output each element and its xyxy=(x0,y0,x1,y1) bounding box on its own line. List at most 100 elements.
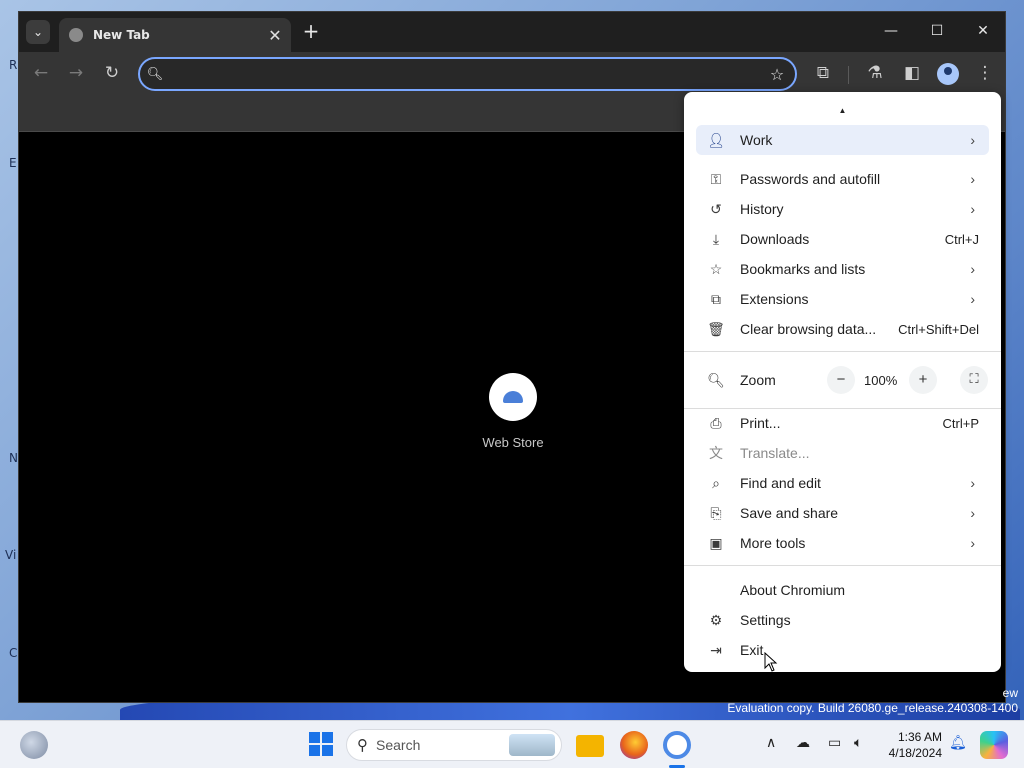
menu-item-label: History xyxy=(740,201,784,217)
chevron-right-icon: › xyxy=(970,261,975,277)
menu-item-label: About Chromium xyxy=(740,582,846,598)
flask-icon: ⚗ xyxy=(867,63,883,83)
find-icon: ⌕ xyxy=(712,474,720,491)
menu-item-profile[interactable]: 👤︎ Work › xyxy=(696,125,989,155)
side-panel-button[interactable]: ◧ xyxy=(899,61,925,87)
chromium-icon[interactable] xyxy=(663,731,691,759)
menu-item-shortcut: Ctrl+Shift+Del xyxy=(898,321,979,337)
desktop-icon-label[interactable]: C xyxy=(9,646,17,660)
menu-divider xyxy=(684,565,1001,566)
toolbar-divider xyxy=(848,66,849,84)
zoom-in-button[interactable]: + xyxy=(909,366,937,394)
mouse-cursor xyxy=(764,652,778,672)
menu-item-label: Print... xyxy=(740,415,781,431)
printer-icon: ⎙ xyxy=(710,414,722,431)
bookmark-star-icon[interactable]: ☆ xyxy=(759,65,795,84)
clock-time: 1:36 AM xyxy=(897,730,942,744)
maximize-button[interactable]: ☐ xyxy=(915,20,959,44)
history-icon: ↺ xyxy=(710,200,722,217)
onedrive-icon[interactable]: ☁ xyxy=(796,735,810,751)
tab-search-button[interactable]: ⌄ xyxy=(26,20,50,44)
app-menu: ▲ 👤︎ Work › ⚿ Passwords and autofill › ↺… xyxy=(684,92,1001,672)
menu-item-settings[interactable]: ⚙ Settings xyxy=(684,605,1001,635)
chevron-right-icon: › xyxy=(970,132,975,148)
menu-item-save-and-share[interactable]: ⎘ Save and share › xyxy=(684,498,1001,528)
extensions-button[interactable]: ⧉ xyxy=(810,61,836,87)
star-icon: ☆ xyxy=(709,260,723,277)
menu-item-label: Work xyxy=(740,132,773,148)
new-tab-button[interactable]: + xyxy=(299,20,323,44)
search-icon: 🔍︎ xyxy=(146,66,164,82)
zoom-value: 100% xyxy=(864,372,898,388)
menu-item-label: Exit xyxy=(740,642,764,658)
menu-item-about[interactable]: About Chromium xyxy=(684,575,1001,605)
menu-item-find-and-edit[interactable]: ⌕ Find and edit › xyxy=(684,468,1001,498)
arrow-left-icon: ← xyxy=(33,63,49,83)
desktop-icon-label[interactable]: R xyxy=(9,58,17,72)
desktop-icon-label[interactable]: E xyxy=(9,156,17,170)
file-explorer-icon[interactable] xyxy=(576,735,604,757)
tab-new-tab[interactable]: New Tab ✕ xyxy=(59,18,291,52)
menu-item-shortcut: Ctrl+J xyxy=(944,231,979,247)
web-store-icon xyxy=(489,373,537,421)
profile-avatar[interactable] xyxy=(937,63,959,85)
back-button[interactable]: ← xyxy=(28,61,54,87)
menu-button[interactable]: ⋮ xyxy=(972,61,998,87)
side-panel-icon: ◧ xyxy=(903,63,921,83)
menu-item-history[interactable]: ↺ History › xyxy=(684,194,1001,224)
menu-item-label: Save and share xyxy=(740,505,839,521)
puzzle-icon: ⧉ xyxy=(711,290,721,307)
watermark-line: ew xyxy=(1002,686,1018,700)
menu-item-label: Translate... xyxy=(740,445,810,461)
watermark-line: Evaluation copy. Build 26080.ge_release.… xyxy=(727,701,1018,715)
gear-icon: ⚙ xyxy=(709,611,723,628)
address-input[interactable] xyxy=(170,66,759,82)
forward-button[interactable]: → xyxy=(63,61,89,87)
chevron-right-icon: › xyxy=(970,535,975,551)
menu-item-more-tools[interactable]: ▣ More tools › xyxy=(684,528,1001,558)
menu-item-clear-browsing-data[interactable]: 🗑︎ Clear browsing data... Ctrl+Shift+Del xyxy=(684,314,1001,344)
menu-item-print[interactable]: ⎙ Print... Ctrl+P xyxy=(684,408,1001,438)
windows-logo-icon xyxy=(309,732,333,756)
volume-icon[interactable]: 🔈︎ xyxy=(854,735,862,751)
zoom-out-button[interactable]: − xyxy=(827,366,855,394)
translate-icon: 文 xyxy=(709,445,723,461)
reload-button[interactable]: ↻ xyxy=(99,61,125,87)
menu-item-downloads[interactable]: ⤓ Downloads Ctrl+J xyxy=(684,224,1001,254)
kebab-icon: ⋮ xyxy=(976,63,994,83)
taskbar-search[interactable]: ⚲ Search xyxy=(346,729,562,761)
close-icon[interactable]: ✕ xyxy=(263,26,287,45)
menu-item-extensions[interactable]: ⧉ Extensions › xyxy=(684,284,1001,314)
notification-bell-icon[interactable]: 🔔︎ xyxy=(949,735,967,751)
search-icon: ⚲ xyxy=(357,736,368,754)
start-button[interactable] xyxy=(308,731,336,759)
tray-overflow-icon[interactable]: ∧ xyxy=(766,735,776,751)
menu-item-label: Downloads xyxy=(740,231,810,247)
menu-item-label: More tools xyxy=(740,535,806,551)
menu-item-exit[interactable]: ⇥ Exit xyxy=(684,635,1001,665)
puzzle-icon: ⧉ xyxy=(816,63,830,83)
menu-item-bookmarks[interactable]: ☆ Bookmarks and lists › xyxy=(684,254,1001,284)
zoom-icon: 🔍︎ xyxy=(707,371,725,388)
copilot-icon[interactable] xyxy=(980,731,1008,759)
fullscreen-button[interactable]: ⛶ xyxy=(960,366,988,394)
toolbar: ← → ↻ 🔍︎ ☆ ⧉ ⚗ ◧ ⋮ xyxy=(19,52,1005,94)
globe-icon xyxy=(69,28,83,42)
arrow-right-icon: → xyxy=(68,63,84,83)
person-icon: 👤︎ xyxy=(707,131,725,148)
shortcut-web-store[interactable]: Web Store xyxy=(475,373,551,450)
system-clock[interactable]: 1:36 AM 4/18/2024 xyxy=(880,729,942,761)
firefox-icon[interactable] xyxy=(620,731,648,759)
labs-button[interactable]: ⚗ xyxy=(862,61,888,87)
minimize-button[interactable]: — xyxy=(869,20,913,44)
close-window-button[interactable]: ✕ xyxy=(961,20,1005,44)
weather-icon[interactable] xyxy=(20,731,48,759)
taskbar-search-label: Search xyxy=(376,737,421,753)
desktop-icon-label[interactable]: Vi xyxy=(5,548,16,562)
network-icon[interactable]: ▭ xyxy=(828,735,841,751)
desktop-icon-label[interactable]: N xyxy=(9,451,18,465)
menu-item-passwords[interactable]: ⚿ Passwords and autofill › xyxy=(684,164,1001,194)
omnibox[interactable]: 🔍︎ ☆ xyxy=(138,57,797,91)
scroll-up-arrow[interactable]: ▲ xyxy=(684,106,1001,115)
menu-item-label: Extensions xyxy=(740,291,809,307)
